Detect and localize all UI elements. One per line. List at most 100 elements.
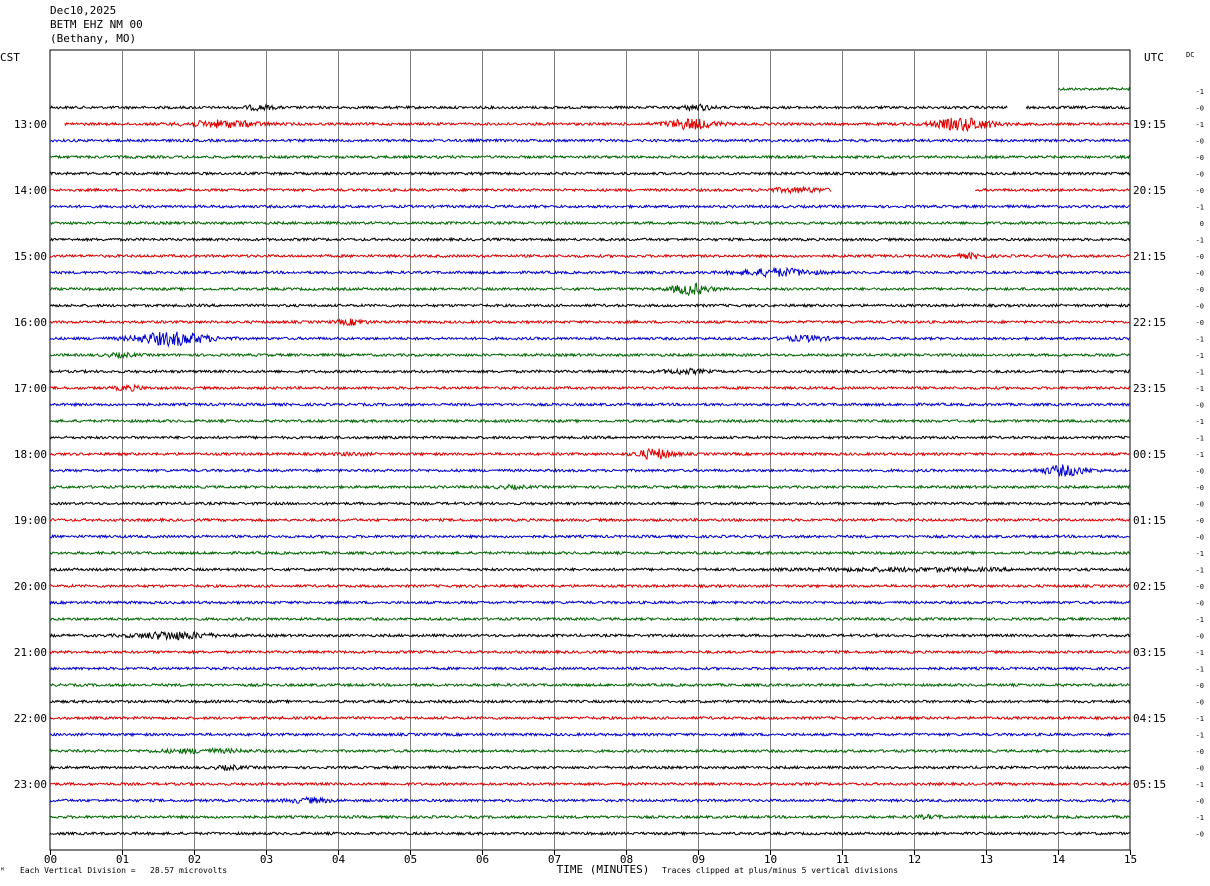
- left-hour-label: 15:00: [14, 250, 47, 263]
- left-hour-label: 18:00: [14, 448, 47, 461]
- left-hour-label: 16:00: [14, 316, 47, 329]
- clip-note: Traces clipped at plus/minus 5 vertical …: [662, 866, 899, 875]
- trace-row-42: [49, 781, 1131, 787]
- dc-offset-label: -1: [1196, 781, 1204, 789]
- trace-row-8: [49, 220, 1131, 226]
- x-tick-label: 12: [908, 853, 921, 866]
- dc-offset-label: -1: [1196, 88, 1204, 96]
- dc-offset-label: -0: [1196, 154, 1204, 162]
- dc-offset-label: -0: [1196, 765, 1204, 773]
- right-hour-label: 23:15: [1133, 382, 1166, 395]
- trace-row-31: [49, 599, 1131, 606]
- x-tick-label: 10: [764, 853, 777, 866]
- trace-row-12: [49, 282, 1131, 297]
- trace-row-18: [49, 383, 1131, 392]
- trace-row-32: [49, 616, 1131, 622]
- trace-row-15: [49, 331, 1131, 348]
- dc-offset-label: -0: [1196, 468, 1204, 476]
- right-hour-label: 01:15: [1133, 514, 1166, 527]
- trace-row-21: [49, 434, 1131, 441]
- x-tick-label: 01: [116, 853, 129, 866]
- trace-row-38: [49, 715, 1131, 721]
- trace-row-24: [49, 483, 1131, 491]
- dc-offset-label: -0: [1196, 798, 1204, 806]
- trace-row-35: [49, 665, 1131, 672]
- dc-offset-label: -0: [1196, 105, 1204, 113]
- x-tick-label: 06: [476, 853, 489, 866]
- dc-offset-label: -1: [1196, 121, 1204, 129]
- dc-offset-label: -0: [1196, 600, 1204, 608]
- dc-offset-label: -0: [1196, 303, 1204, 311]
- dc-offset-label: -1: [1196, 385, 1204, 393]
- trace-row-39: [49, 731, 1131, 738]
- trace-row-23: [49, 464, 1131, 478]
- trace-row-17: [49, 367, 1131, 376]
- dc-offset-label: -0: [1196, 402, 1204, 410]
- x-tick-label: 03: [260, 853, 273, 866]
- dc-offset-label: -0: [1196, 253, 1204, 261]
- dc-offset-label: -1: [1196, 550, 1204, 558]
- trace-row-40: [49, 746, 1131, 756]
- left-hour-label: 22:00: [14, 712, 47, 725]
- helicorder-chart: CST UTC DC 00 01 02 03 04 05 06 07 08 09 10 11 12 13 1…: [0, 49, 1204, 876]
- dc-offset-label: -1: [1196, 418, 1204, 426]
- dc-offset-label: 0: [1200, 220, 1204, 228]
- right-hour-label: 19:15: [1133, 118, 1166, 131]
- trace-row-25: [49, 500, 1131, 507]
- x-tick-label: 09: [692, 853, 705, 866]
- trace-row-27: [49, 533, 1131, 540]
- dc-offset-label: -0: [1196, 517, 1204, 525]
- trace-row-45: [49, 830, 1131, 837]
- right-hour-label: 21:15: [1133, 250, 1166, 263]
- right-hour-label: 04:15: [1133, 712, 1166, 725]
- trace-row-43: [49, 795, 1131, 804]
- trace-row-28: [49, 550, 1131, 556]
- trace-row-1: [49, 103, 1131, 113]
- dc-offset-label: -0: [1196, 501, 1204, 509]
- dc-offset-label: -0: [1196, 699, 1204, 707]
- trace-row-30: [49, 583, 1131, 589]
- x-axis-title: TIME (MINUTES): [557, 863, 650, 876]
- dc-offset-label: -1: [1196, 204, 1204, 212]
- dc-offset-label: -0: [1196, 171, 1204, 179]
- trace-row-11: [49, 266, 1131, 279]
- right-hour-label: 20:15: [1133, 184, 1166, 197]
- trace-row-44: [49, 813, 1131, 821]
- x-tick-label: 13: [980, 853, 993, 866]
- dc-offset-label: -1: [1196, 369, 1204, 377]
- traces: [49, 86, 1131, 837]
- x-tick-label: 00: [44, 853, 57, 866]
- dc-offset-label: -0: [1196, 270, 1204, 278]
- left-hour-label: 20:00: [14, 580, 47, 593]
- trace-row-2: [64, 117, 1131, 133]
- trace-row-29: [49, 565, 1131, 574]
- trace-row-7: [49, 203, 1131, 210]
- dc-offset-label: -1: [1196, 616, 1204, 624]
- left-hour-label: 13:00: [14, 118, 47, 131]
- scale-note: Each Vertical Division = 28.57 microvolt…: [20, 866, 228, 875]
- trace-row-16: [49, 351, 1131, 360]
- left-timezone-label: CST: [0, 51, 20, 64]
- trace-row-4: [49, 154, 1131, 160]
- left-hour-label: 23:00: [14, 778, 47, 791]
- trace-row-20: [49, 418, 1131, 424]
- right-timezone-label: UTC: [1144, 51, 1164, 64]
- x-tick-label: 15: [1124, 853, 1137, 866]
- right-hour-label: 22:15: [1133, 316, 1166, 329]
- dc-offset-label: -0: [1196, 831, 1204, 839]
- x-tick-label: 04: [332, 853, 346, 866]
- dc-offset-label: -1: [1196, 715, 1204, 723]
- trace-row-14: [49, 318, 1131, 327]
- trace-row-13: [49, 302, 1131, 309]
- dc-offset-label: -1: [1196, 666, 1204, 674]
- dc-offset-label: -1: [1196, 649, 1204, 657]
- right-hour-label: 03:15: [1133, 646, 1166, 659]
- dc-offset-label: -0: [1196, 633, 1204, 641]
- right-hour-label: 00:15: [1133, 448, 1166, 461]
- trace-row-34: [49, 649, 1131, 655]
- plot-frame: [49, 49, 1131, 851]
- right-hour-label: 05:15: [1133, 778, 1166, 791]
- dc-offset-label: -1: [1196, 814, 1204, 822]
- dc-offset-label: -0: [1196, 187, 1204, 195]
- x-tick-label: 14: [1052, 853, 1066, 866]
